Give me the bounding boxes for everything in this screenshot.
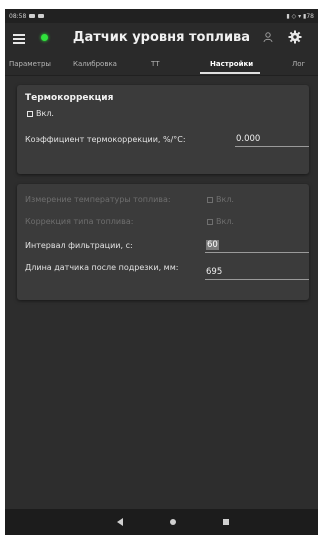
- notification-icon: [29, 14, 36, 18]
- thermo-enable-checkbox[interactable]: Вкл.: [27, 109, 54, 118]
- tab-calibration[interactable]: Калибровка: [73, 60, 117, 68]
- back-icon[interactable]: [117, 518, 123, 526]
- system-nav-bar: [5, 509, 318, 535]
- gear-icon[interactable]: [288, 30, 302, 44]
- checkbox-icon: [207, 218, 213, 225]
- thermo-correction-card: Термокоррекция Вкл. Коэффициент термокор…: [17, 85, 309, 174]
- tab-parameters[interactable]: Параметры: [9, 60, 51, 68]
- status-indicators: ▮ ◇ ▾ ▮78: [286, 12, 314, 20]
- person-icon[interactable]: [262, 31, 274, 43]
- thermo-enable-label: Вкл.: [36, 109, 54, 118]
- fuel-type-label: Коррекция типа топлива:: [25, 217, 134, 226]
- notification-icon: [38, 14, 45, 18]
- thermo-correction-title: Термокоррекция: [25, 93, 114, 103]
- recents-icon[interactable]: [223, 519, 229, 525]
- checkbox-icon: [207, 196, 213, 203]
- status-bar: 08:58 ▮ ◇ ▾ ▮78: [5, 9, 318, 23]
- fuel-type-check-label: Вкл.: [216, 217, 234, 226]
- tab-tt[interactable]: ТТ: [151, 60, 160, 68]
- sensor-length-input[interactable]: 695: [205, 267, 309, 280]
- filter-interval-input[interactable]: 60: [205, 240, 309, 253]
- tab-bar: Параметры Калибровка ТТ Настройки Лог: [5, 53, 318, 76]
- fuel-type-checkbox: Вкл.: [207, 217, 234, 226]
- thermo-coef-input[interactable]: 0.000: [235, 134, 309, 147]
- thermo-coef-label: Коэффициент термокоррекции, %/°С:: [25, 135, 186, 144]
- sensor-settings-card: Измерение температуры топлива: Вкл. Корр…: [17, 184, 309, 300]
- sensor-length-value: 695: [206, 267, 223, 277]
- tab-log[interactable]: Лог: [292, 60, 305, 68]
- temp-measure-checkbox: Вкл.: [207, 195, 234, 204]
- device-screen: 08:58 ▮ ◇ ▾ ▮78 Датчик уровня топлива Па…: [5, 9, 318, 535]
- filter-interval-label: Интервал фильтрации, с:: [25, 241, 133, 250]
- filter-interval-value: 60: [206, 240, 219, 250]
- temp-measure-check-label: Вкл.: [216, 195, 234, 204]
- home-icon[interactable]: [170, 519, 176, 525]
- checkbox-icon: [27, 110, 33, 117]
- temp-measure-label: Измерение температуры топлива:: [25, 195, 171, 204]
- tab-settings[interactable]: Настройки: [210, 60, 253, 68]
- thermo-coef-value: 0.000: [236, 134, 261, 144]
- status-time: 08:58: [9, 12, 27, 20]
- app-bar: Датчик уровня топлива: [5, 23, 318, 53]
- sensor-length-label: Длина датчика после подрезки, мм:: [25, 263, 179, 272]
- active-tab-indicator: [200, 72, 260, 74]
